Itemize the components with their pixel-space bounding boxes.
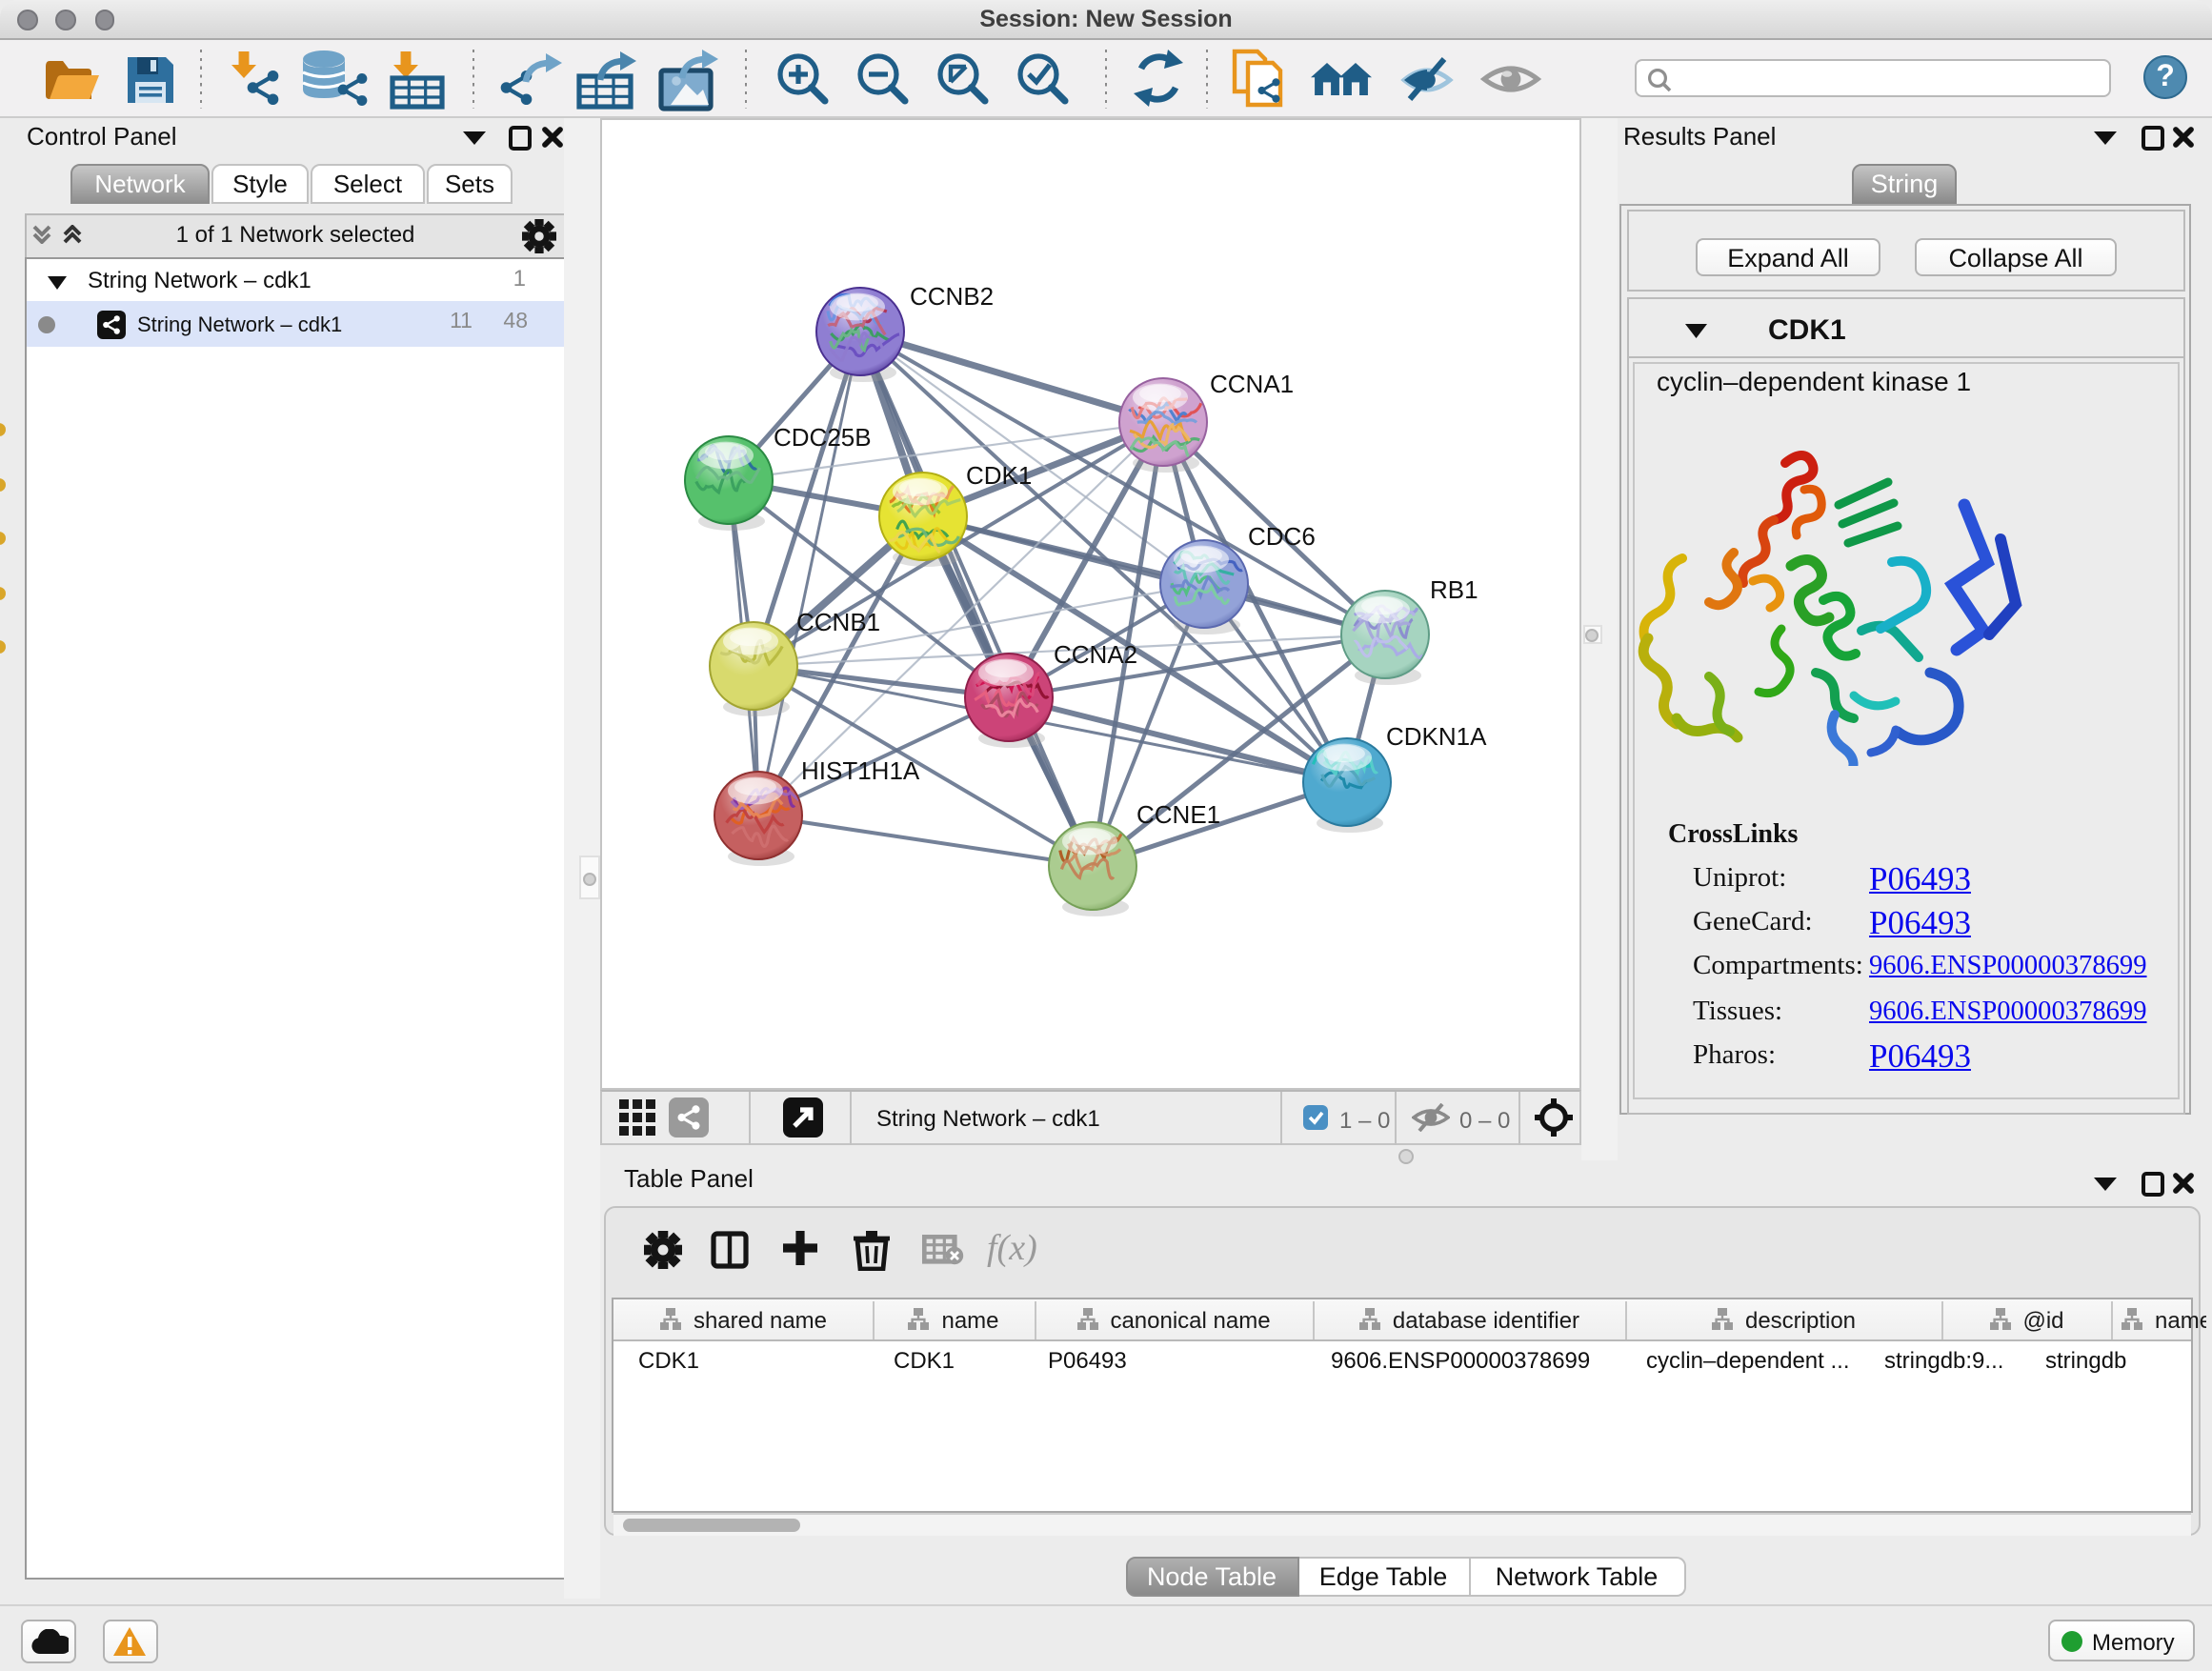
svg-text:CCNB2: CCNB2 bbox=[910, 282, 994, 311]
svg-text:CCNA2: CCNA2 bbox=[1054, 640, 1137, 669]
svg-text:CCNB1: CCNB1 bbox=[796, 608, 880, 636]
svg-text:RB1: RB1 bbox=[1430, 575, 1478, 604]
svg-text:CDC6: CDC6 bbox=[1248, 522, 1316, 551]
svg-text:HIST1H1A: HIST1H1A bbox=[801, 756, 920, 785]
svg-text:CCNE1: CCNE1 bbox=[1136, 800, 1220, 829]
svg-text:CCNA1: CCNA1 bbox=[1210, 370, 1294, 398]
svg-text:CDC25B: CDC25B bbox=[774, 423, 872, 452]
svg-text:CDK1: CDK1 bbox=[966, 461, 1032, 490]
svg-text:CDKN1A: CDKN1A bbox=[1386, 722, 1487, 751]
